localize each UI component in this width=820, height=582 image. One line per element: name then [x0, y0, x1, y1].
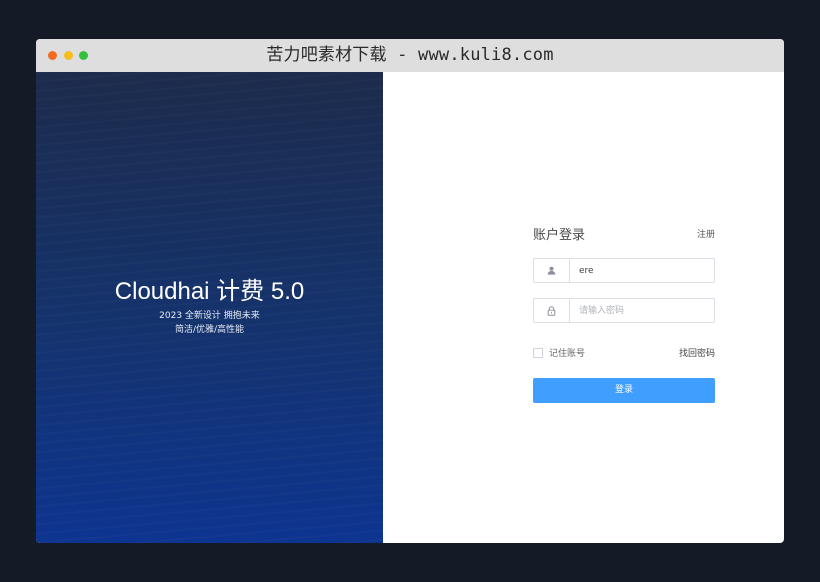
forgot-password-link[interactable]: 找回密码 [679, 346, 715, 359]
username-input[interactable] [570, 259, 712, 282]
remember-label: 记住账号 [549, 349, 586, 359]
user-icon [534, 259, 570, 282]
register-link[interactable]: 注册 [697, 227, 715, 240]
checkbox-box[interactable] [533, 347, 543, 358]
login-title: 账户登录 [533, 228, 586, 243]
password-input[interactable] [570, 299, 712, 322]
lock-icon [534, 299, 570, 322]
login-button[interactable]: 登录 [533, 378, 715, 403]
password-field [533, 298, 715, 323]
remember-account-checkbox[interactable]: 记住账号 [533, 346, 585, 359]
username-field [533, 258, 715, 283]
